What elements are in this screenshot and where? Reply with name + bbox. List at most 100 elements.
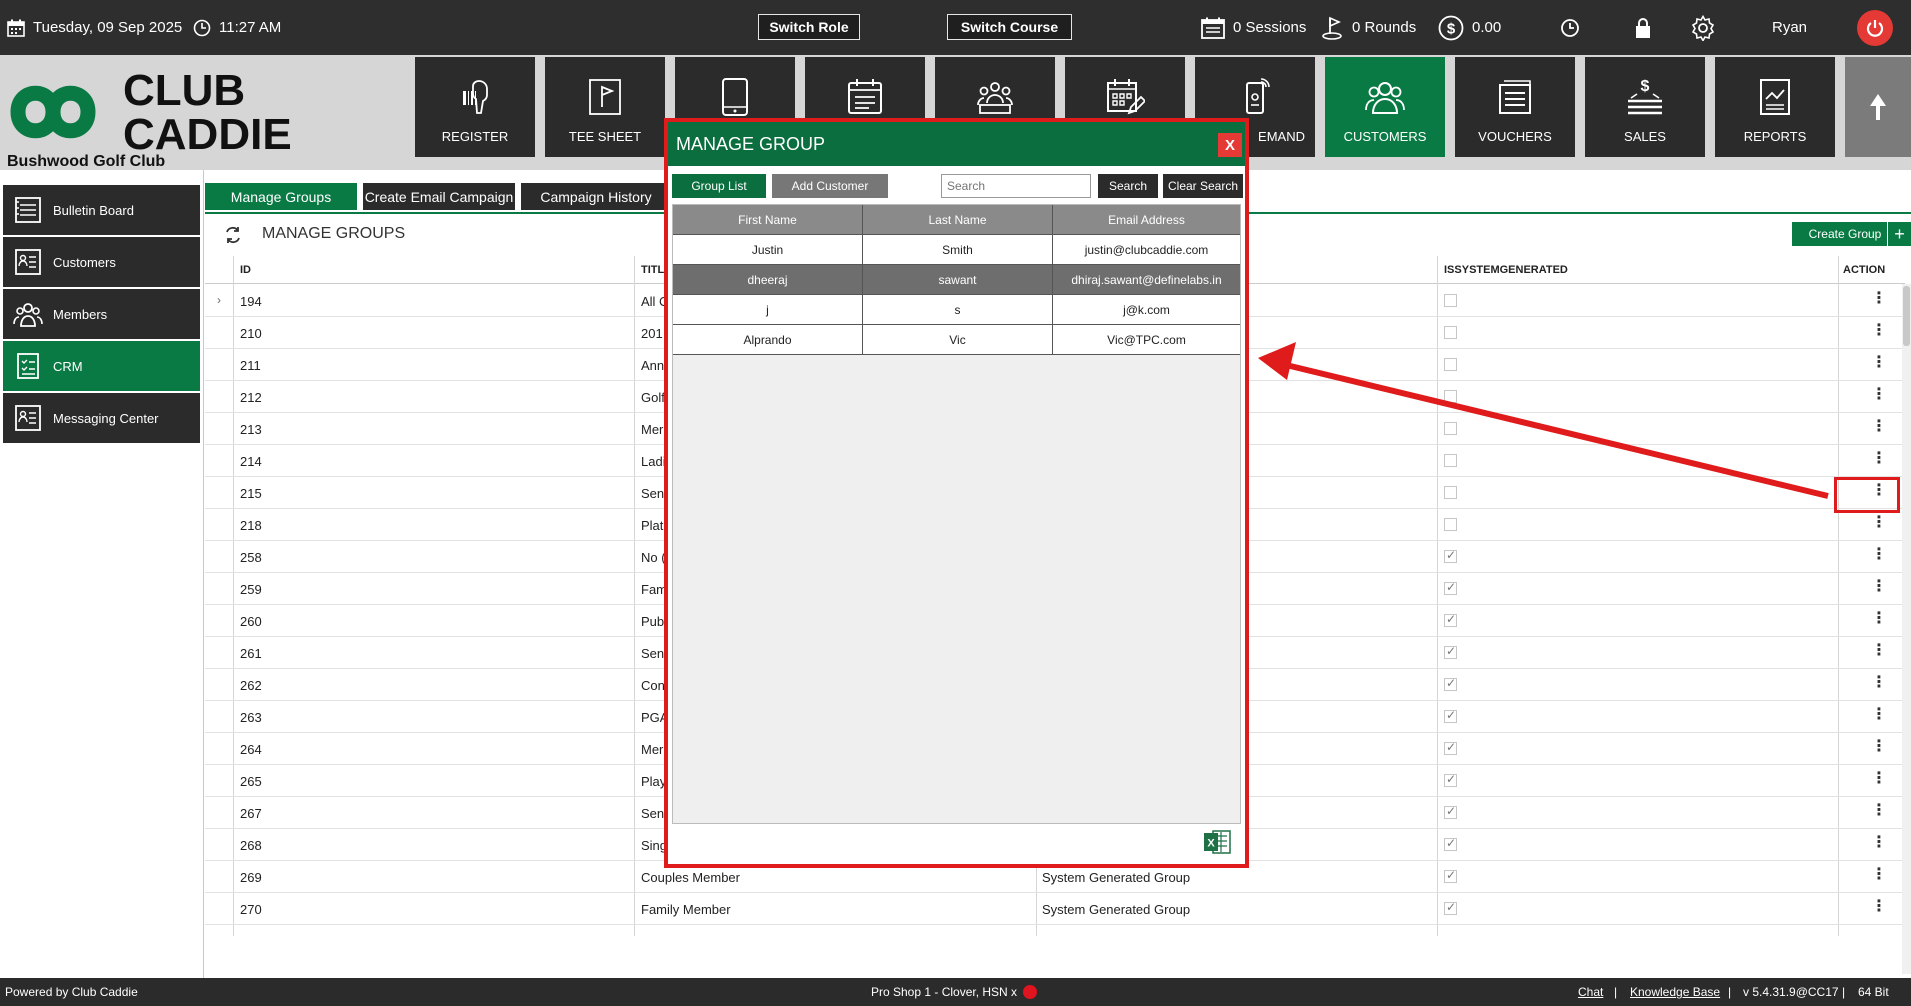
- history-button[interactable]: [1560, 0, 1580, 55]
- cell-email: justin@clubcaddie.com: [1084, 243, 1209, 257]
- cell-id: 270: [240, 902, 262, 917]
- column-header-email[interactable]: Email Address: [1053, 205, 1240, 235]
- nav-customers[interactable]: CUSTOMERS: [1325, 57, 1445, 157]
- power-button[interactable]: [1857, 10, 1893, 46]
- row-action-menu-icon[interactable]: ⋮: [1869, 386, 1889, 406]
- chat-link[interactable]: Chat: [1578, 985, 1603, 999]
- nav-vouchers[interactable]: VOUCHERS: [1455, 57, 1575, 157]
- system-generated-checkbox[interactable]: [1444, 580, 1457, 595]
- system-generated-checkbox[interactable]: [1444, 612, 1457, 627]
- system-generated-checkbox[interactable]: [1444, 358, 1457, 371]
- cell-id: 262: [240, 678, 262, 693]
- modal-search-input[interactable]: [941, 174, 1091, 198]
- member-row[interactable]: Justin Smith justin@clubcaddie.com: [673, 235, 1240, 265]
- clear-search-button[interactable]: Clear Search: [1163, 174, 1243, 198]
- row-action-menu-icon[interactable]: ⋮: [1869, 898, 1889, 918]
- row-action-menu-icon[interactable]: ⋮: [1869, 354, 1889, 374]
- system-generated-checkbox[interactable]: [1444, 676, 1457, 691]
- row-action-menu-icon[interactable]: ⋮: [1869, 738, 1889, 758]
- system-generated-checkbox[interactable]: [1444, 772, 1457, 787]
- system-generated-checkbox[interactable]: [1444, 454, 1457, 467]
- sidebar-item-bulletin-board[interactable]: Bulletin Board: [3, 185, 200, 235]
- group-list-button[interactable]: Group List: [672, 174, 766, 198]
- row-action-menu-icon[interactable]: ⋮: [1869, 546, 1889, 566]
- sidebar-item-customers[interactable]: Customers: [3, 237, 200, 287]
- row-action-menu-icon[interactable]: ⋮: [1869, 290, 1889, 310]
- sidebar-item-messaging-center[interactable]: Messaging Center: [3, 393, 200, 443]
- row-action-menu-icon[interactable]: ⋮: [1869, 610, 1889, 630]
- switch-role-button[interactable]: Switch Role: [758, 14, 860, 40]
- row-action-menu-icon[interactable]: ⋮: [1869, 514, 1889, 534]
- member-row[interactable]: dheeraj sawant dhiraj.sawant@definelabs.in: [673, 265, 1240, 295]
- add-customer-button[interactable]: Add Customer: [772, 174, 888, 198]
- row-action-menu-icon[interactable]: ⋮: [1869, 578, 1889, 598]
- modal-close-button[interactable]: X: [1218, 133, 1242, 157]
- tab-campaign-history[interactable]: Campaign History: [521, 183, 671, 210]
- row-action-menu-icon[interactable]: ⋮: [1869, 834, 1889, 854]
- row-action-menu-icon[interactable]: ⋮: [1869, 674, 1889, 694]
- knowledge-base-link[interactable]: Knowledge Base: [1630, 985, 1720, 999]
- row-action-menu-icon[interactable]: ⋮: [1869, 866, 1889, 886]
- column-header-id[interactable]: ID: [240, 264, 251, 276]
- system-generated-checkbox[interactable]: [1444, 900, 1457, 915]
- row-action-menu-icon[interactable]: ⋮: [1869, 322, 1889, 342]
- system-generated-checkbox[interactable]: [1444, 390, 1457, 403]
- nav-sales[interactable]: $ SALES: [1585, 57, 1705, 157]
- system-generated-checkbox[interactable]: [1444, 422, 1457, 435]
- table-scrollbar[interactable]: [1902, 284, 1911, 974]
- column-header-first-name[interactable]: First Name: [673, 205, 863, 235]
- cell-first-name: Alprando: [673, 325, 863, 355]
- system-generated-checkbox[interactable]: [1444, 294, 1457, 307]
- member-row[interactable]: Alprando Vic Vic@TPC.com: [673, 325, 1240, 355]
- time-text: 11:27 AM: [219, 19, 282, 36]
- nav-reports[interactable]: REPORTS: [1715, 57, 1835, 157]
- sidebar-item-members[interactable]: Members: [3, 289, 200, 339]
- settings-button[interactable]: [1690, 0, 1716, 55]
- row-action-menu-icon[interactable]: ⋮: [1869, 642, 1889, 662]
- add-group-button[interactable]: +: [1887, 222, 1911, 246]
- system-generated-checkbox[interactable]: [1444, 708, 1457, 723]
- system-generated-checkbox[interactable]: [1444, 518, 1457, 531]
- tab-create-email-campaign[interactable]: Create Email Campaign: [363, 183, 515, 210]
- user-name[interactable]: Ryan: [1772, 0, 1807, 55]
- refresh-icon[interactable]: [223, 225, 243, 245]
- row-action-menu-icon[interactable]: ⋮: [1869, 802, 1889, 822]
- table-row[interactable]: 270 Family Member System Generated Group ⋮: [205, 893, 1905, 925]
- switch-course-button[interactable]: Switch Course: [947, 14, 1072, 40]
- cell-email: Vic@TPC.com: [1107, 333, 1186, 347]
- create-group-button[interactable]: Create Group: [1792, 222, 1898, 246]
- nav-register[interactable]: REGISTER: [415, 57, 535, 157]
- row-action-menu-icon[interactable]: ⋮: [1869, 770, 1889, 790]
- system-generated-checkbox[interactable]: [1444, 836, 1457, 851]
- system-generated-checkbox[interactable]: [1444, 804, 1457, 819]
- expand-row-icon[interactable]: ›: [217, 293, 221, 307]
- system-generated-checkbox[interactable]: [1444, 486, 1457, 499]
- column-header-issystemgenerated[interactable]: ISSYSTEMGENERATED: [1444, 264, 1568, 276]
- row-action-menu-icon[interactable]: ⋮: [1869, 706, 1889, 726]
- scrollbar-thumb[interactable]: [1903, 286, 1910, 346]
- tab-manage-groups[interactable]: Manage Groups: [205, 183, 357, 210]
- sidebar-item-label: Customers: [53, 254, 116, 270]
- sidebar-item-crm[interactable]: CRM: [3, 341, 200, 391]
- sessions-counter[interactable]: 0 Sessions: [1201, 0, 1306, 55]
- modal-search-button[interactable]: Search: [1098, 174, 1158, 198]
- column-header-title[interactable]: TITL: [641, 264, 664, 276]
- lock-button[interactable]: [1634, 0, 1652, 55]
- scroll-up-button[interactable]: [1845, 57, 1911, 157]
- system-generated-checkbox[interactable]: [1444, 326, 1457, 339]
- member-row[interactable]: j s j@k.com: [673, 295, 1240, 325]
- cash-balance[interactable]: $ 0.00: [1438, 0, 1501, 55]
- nav-tee-sheet[interactable]: TEE SHEET: [545, 57, 665, 157]
- system-generated-checkbox[interactable]: [1444, 740, 1457, 755]
- system-generated-checkbox[interactable]: [1444, 548, 1457, 563]
- column-header-action[interactable]: ACTION: [1843, 264, 1885, 276]
- plus-icon: +: [1894, 223, 1905, 244]
- system-generated-checkbox[interactable]: [1444, 644, 1457, 659]
- row-action-menu-icon[interactable]: ⋮: [1869, 418, 1889, 438]
- system-generated-checkbox[interactable]: [1444, 868, 1457, 883]
- row-action-menu-icon[interactable]: ⋮: [1869, 450, 1889, 470]
- rounds-counter[interactable]: 0 Rounds: [1322, 0, 1416, 55]
- svg-text:$: $: [1447, 20, 1456, 37]
- column-header-last-name[interactable]: Last Name: [863, 205, 1053, 235]
- excel-export-icon[interactable]: X: [1203, 829, 1231, 855]
